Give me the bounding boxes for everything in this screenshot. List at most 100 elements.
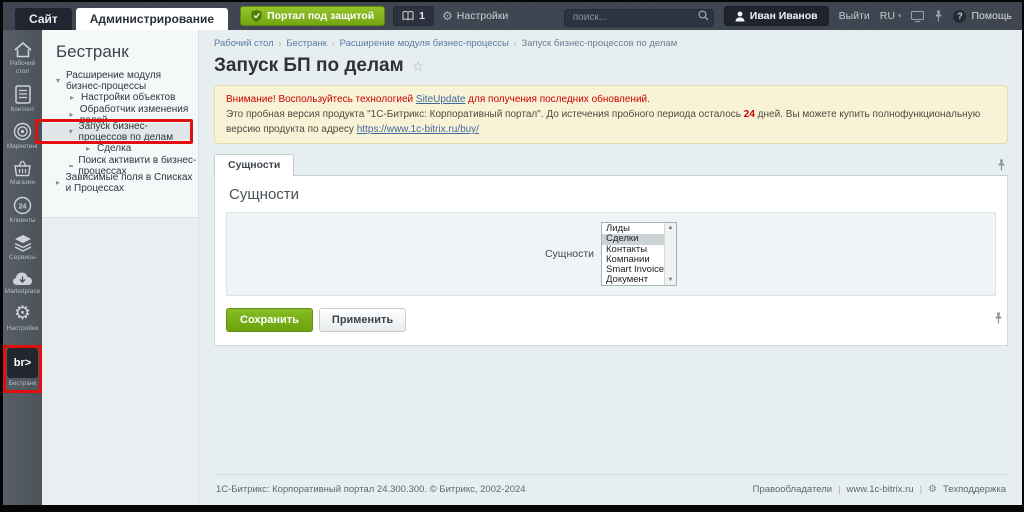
module-menu-panel: Бестранк ▾ Расширение модуля бизнес-проц… bbox=[42, 30, 199, 505]
main-content: Рабочий стол › Бестранк › Расширение мод… bbox=[199, 30, 1022, 505]
buy-link[interactable]: https://www.1c-bitrix.ru/buy/ bbox=[357, 124, 479, 135]
sidebar-item-label: Marketplace bbox=[5, 288, 40, 296]
siteupdate-link[interactable]: SiteUpdate bbox=[416, 94, 465, 105]
top-bar: Сайт Администрирование Портал под защито… bbox=[3, 2, 1022, 30]
sidebar-item-marketplace[interactable]: Marketplace bbox=[3, 268, 42, 299]
breadcrumb-separator: › bbox=[279, 39, 282, 48]
footer: 1С-Битрикс: Корпоративный портал 24.300.… bbox=[214, 474, 1008, 505]
scroll-up-icon[interactable]: ▲ bbox=[668, 225, 674, 231]
footer-version: 1С-Битрикс: Корпоративный портал 24.300.… bbox=[216, 484, 526, 495]
menu-item-module-extension[interactable]: ▾ Расширение модуля бизнес-процессы bbox=[42, 72, 198, 89]
topbar-settings-label: Настройки bbox=[457, 10, 509, 22]
basket-icon bbox=[13, 160, 32, 177]
sidebar-item-label: Клиенты bbox=[9, 217, 35, 225]
svg-text:24: 24 bbox=[19, 203, 27, 210]
topbar-right: Иван Иванов Выйти RU ▾ ? Помощь bbox=[564, 2, 1022, 30]
menu-item-label: Зависимые поля в Списках и Процессах bbox=[66, 172, 198, 194]
desktop-view-icon[interactable] bbox=[911, 11, 924, 22]
chevron-collapsed-icon: ▸ bbox=[84, 144, 92, 153]
sidebar-item-shop[interactable]: Магазин bbox=[3, 157, 42, 190]
sidebar-item-content[interactable]: Контент bbox=[3, 82, 42, 117]
gear-icon: ⚙ bbox=[928, 484, 937, 495]
book-icon bbox=[402, 11, 414, 21]
pin-icon[interactable] bbox=[994, 312, 1003, 324]
menu-title: Бестранк bbox=[42, 30, 198, 72]
sidebar-item-label: Рабочий стол bbox=[3, 60, 42, 76]
apply-button[interactable]: Применить bbox=[319, 308, 406, 332]
tab-administration[interactable]: Администрирование bbox=[76, 8, 228, 30]
user-button[interactable]: Иван Иванов bbox=[724, 6, 829, 26]
notice-text: Внимание! Воспользуйтесь технологией bbox=[226, 94, 416, 105]
chevron-collapsed-icon: ▸ bbox=[68, 93, 76, 102]
sidebar-item-marketing[interactable]: Маркетинг bbox=[3, 119, 42, 154]
user-name: Иван Иванов bbox=[750, 10, 818, 22]
pin-icon[interactable] bbox=[934, 10, 943, 22]
br-logo-text: br> bbox=[14, 357, 31, 369]
menu-item-bp-launch-by-cases[interactable]: ▾ Запуск бизнес-процессов по делам bbox=[42, 123, 192, 140]
portal-protected-button[interactable]: Портал под защитой bbox=[240, 6, 385, 26]
select-scrollbar[interactable]: ▲ ▼ bbox=[664, 223, 676, 285]
menu-item-label: Сделка bbox=[97, 143, 131, 154]
entities-field-row: Сущности Лиды Сделки Контакты Компании S… bbox=[545, 222, 677, 286]
question-icon: ? bbox=[953, 10, 966, 23]
favorite-star-icon[interactable]: ☆ bbox=[412, 58, 425, 75]
sidebar-item-label: Маркетинг bbox=[7, 143, 39, 151]
sidebar-item-settings[interactable]: ⚙ Настройки bbox=[3, 301, 42, 336]
entities-label: Сущности bbox=[545, 248, 594, 260]
breadcrumb-link-bestrank[interactable]: Бестранк bbox=[286, 38, 327, 49]
leaf-marker-icon bbox=[69, 165, 73, 167]
footer-separator: | bbox=[920, 484, 922, 495]
cloud-icon bbox=[12, 271, 33, 286]
body-row: Рабочий стол Контент Маркетинг Магазин bbox=[3, 30, 1022, 505]
page-title: Запуск БП по делам bbox=[214, 55, 404, 77]
page-head: Запуск БП по делам ☆ bbox=[214, 55, 1008, 77]
menu-item-dependent-fields[interactable]: ▸ Зависимые поля в Списках и Процессах bbox=[42, 174, 198, 191]
sidebar-item-label: Настройки bbox=[7, 325, 39, 333]
bitrix-site-link[interactable]: www.1c-bitrix.ru bbox=[847, 484, 914, 495]
chevron-expanded-icon: ▾ bbox=[55, 76, 61, 85]
menu-panel-filler bbox=[42, 217, 198, 505]
user-icon bbox=[735, 11, 745, 22]
breadcrumb-current: Запуск бизнес-процессов по делам bbox=[522, 38, 678, 49]
home-icon bbox=[13, 41, 33, 58]
layers-icon bbox=[13, 234, 33, 252]
save-button[interactable]: Сохранить bbox=[226, 308, 313, 332]
breadcrumb-link-module-extension[interactable]: Расширение модуля бизнес-процессы bbox=[340, 38, 509, 49]
tab-site-label: Сайт bbox=[29, 12, 58, 26]
sidebar-item-label: Магазин bbox=[10, 179, 35, 187]
notice-line-2: Это пробная версия продукта "1С-Битрикс:… bbox=[226, 107, 996, 137]
sidebar-item-services[interactable]: Сервисы bbox=[3, 231, 42, 265]
tech-support-link[interactable]: Техподдержка bbox=[943, 484, 1006, 495]
sidebar-item-desktop[interactable]: Рабочий стол bbox=[3, 38, 42, 79]
language-selector[interactable]: RU ▾ bbox=[880, 10, 902, 22]
logout-link[interactable]: Выйти bbox=[839, 10, 870, 22]
form-card: Сущности Сущности Лиды Сделки Контакты К… bbox=[214, 176, 1008, 346]
notice-line-1: Внимание! Воспользуйтесь технологией Sit… bbox=[226, 92, 996, 107]
tab-entities[interactable]: Сущности bbox=[214, 154, 294, 176]
notifications-count: 1 bbox=[419, 10, 425, 22]
gear-icon: ⚙ bbox=[442, 10, 453, 22]
select-option[interactable]: Документ bbox=[602, 275, 664, 285]
search-box[interactable] bbox=[564, 7, 714, 25]
chevron-down-icon: ▾ bbox=[898, 12, 902, 20]
tab-site[interactable]: Сайт bbox=[15, 8, 72, 30]
topbar-settings-link[interactable]: ⚙ Настройки bbox=[442, 10, 508, 22]
breadcrumb-link-desktop[interactable]: Рабочий стол bbox=[214, 38, 274, 49]
clock-24-icon: 24 bbox=[13, 196, 32, 215]
sidebar-item-label: Бестранк bbox=[9, 380, 37, 388]
buttons-row: Сохранить Применить bbox=[215, 296, 1007, 345]
help-label: Помощь bbox=[971, 10, 1012, 22]
scroll-down-icon[interactable]: ▼ bbox=[668, 277, 674, 283]
footer-links: Правообладатели | www.1c-bitrix.ru | ⚙ Т… bbox=[753, 484, 1006, 495]
gear-icon: ⚙ bbox=[14, 304, 31, 323]
br-logo: br> bbox=[7, 348, 38, 378]
tab-admin-label: Администрирование bbox=[90, 12, 214, 26]
copyright-holders-link[interactable]: Правообладатели bbox=[753, 484, 832, 495]
notifications-button[interactable]: 1 bbox=[393, 6, 434, 26]
entities-multiselect[interactable]: Лиды Сделки Контакты Компании Smart Invo… bbox=[601, 222, 677, 286]
help-link[interactable]: ? Помощь bbox=[953, 10, 1012, 23]
search-input[interactable] bbox=[564, 9, 714, 27]
sidebar-item-bestrank[interactable]: br> Бестранк bbox=[3, 345, 42, 391]
sidebar-item-clients[interactable]: 24 Клиенты bbox=[3, 193, 42, 228]
pin-icon[interactable] bbox=[997, 159, 1006, 171]
